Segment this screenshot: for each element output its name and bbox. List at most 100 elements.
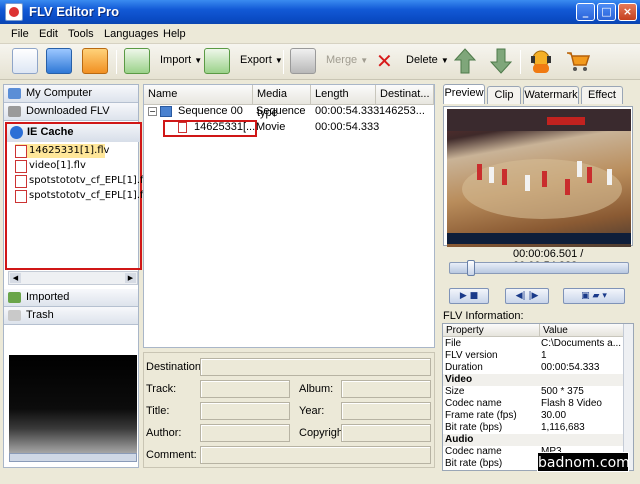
snapshot-buttons[interactable]: ▣ ▰ ▾ (563, 288, 625, 304)
next-frame-icon[interactable]: |▶ (528, 291, 538, 301)
snapshot-icon[interactable]: ▣ (581, 291, 590, 301)
property-row[interactable]: File C:\Documents a... (443, 338, 623, 350)
cell-length: 00:00:54.333 (315, 121, 380, 133)
app-icon[interactable] (5, 3, 23, 21)
menu-edit[interactable]: Edit (39, 28, 58, 40)
property-value: 1,116,683 (541, 422, 585, 433)
menu-tools[interactable]: Tools (68, 28, 94, 40)
table-row[interactable]: Sequence 00 (178, 103, 243, 119)
horizontal-scrollbar[interactable]: ◀ ▶ (8, 271, 138, 285)
nav-ie-cache[interactable]: IE Cache (7, 124, 140, 142)
author-field[interactable] (200, 424, 290, 442)
download-folder-icon (8, 106, 21, 117)
property-value: 1 (541, 350, 547, 361)
frame-step-buttons[interactable]: ◀| |▶ (505, 288, 549, 304)
new-file-icon[interactable] (12, 48, 38, 74)
thumbnail-preview (9, 355, 137, 453)
scroll-right-icon[interactable]: ▶ (125, 273, 136, 283)
cache-file-item[interactable]: spotstototv_cf_EPL[1].fl (15, 174, 146, 188)
comment-field[interactable] (200, 446, 431, 464)
menu-languages[interactable]: Languages (104, 28, 158, 40)
move-down-icon[interactable] (489, 48, 513, 74)
timeline-list: Name Media type Length Destinat... − Seq… (143, 84, 435, 348)
export-button[interactable]: Export ▼ (240, 54, 283, 66)
import-button[interactable]: Import ▼ (160, 54, 202, 66)
property-name: Frame rate (fps) (445, 410, 517, 421)
computer-icon (8, 88, 21, 99)
thumbnail-player-controls[interactable] (9, 453, 137, 462)
export-icon[interactable] (204, 48, 230, 74)
seek-thumb[interactable] (467, 260, 475, 276)
toolbar-separator (283, 50, 284, 74)
copyright-field[interactable] (341, 424, 431, 442)
window-title: FLV Editor Pro (29, 4, 120, 19)
cache-file-item[interactable]: video[1].flv (15, 159, 86, 173)
track-field[interactable] (200, 380, 290, 398)
property-section-video: Video (443, 374, 623, 386)
cache-file-item[interactable]: spotstototv_cf_EPL[1].fl (15, 189, 146, 203)
property-row[interactable]: Frame rate (fps) 30.00 (443, 410, 623, 422)
collapse-icon[interactable]: − (148, 107, 157, 116)
column-header-value[interactable]: Value (543, 324, 568, 337)
cache-file-item[interactable]: 14625331[1].flv (15, 144, 109, 158)
tab-preview[interactable]: Preview (443, 84, 485, 104)
property-row[interactable]: Bit rate (bps) 1,116,683 (443, 422, 623, 434)
vertical-scrollbar[interactable] (623, 324, 633, 470)
table-row[interactable]: 14625331[... (194, 119, 255, 135)
maximize-button[interactable]: □ (597, 3, 616, 21)
save-icon[interactable] (82, 48, 108, 74)
property-row[interactable]: Size 500 * 375 (443, 386, 623, 398)
property-name: Duration (445, 362, 483, 373)
video-frame-image (447, 109, 631, 219)
dropdown-icon[interactable]: ▾ (602, 291, 607, 301)
album-field[interactable] (341, 380, 431, 398)
property-row[interactable]: FLV version 1 (443, 350, 623, 362)
column-header-media-type[interactable]: Media type (253, 85, 311, 119)
move-up-icon[interactable] (453, 48, 477, 74)
delete-button[interactable]: Delete ▼ (406, 54, 449, 66)
prev-frame-icon[interactable]: ◀| (516, 291, 526, 301)
cart-icon[interactable] (566, 50, 591, 72)
property-value: 30.00 (541, 410, 567, 421)
column-header-property[interactable]: Property (446, 324, 484, 337)
seek-bar[interactable] (449, 262, 629, 274)
property-name: Codec name (445, 398, 502, 409)
nav-downloaded-flv[interactable]: Downloaded FLV (4, 103, 138, 121)
toolbar-separator (520, 50, 521, 74)
title-field[interactable] (200, 402, 290, 420)
scroll-left-icon[interactable]: ◀ (10, 273, 21, 283)
play-icon[interactable]: ▶ (460, 291, 467, 301)
menu-help[interactable]: Help (163, 28, 186, 40)
tab-watermark[interactable]: Watermark (523, 86, 579, 104)
stop-icon[interactable]: ■ (470, 291, 479, 301)
folder-icon[interactable]: ▰ (593, 291, 600, 301)
menu-file[interactable]: File (11, 28, 29, 40)
destination-field[interactable] (200, 358, 431, 376)
play-stop-buttons[interactable]: ▶ ■ (449, 288, 489, 304)
merge-button: Merge ▼ (326, 54, 369, 66)
nav-my-computer[interactable]: My Computer (4, 85, 138, 103)
nav-imported[interactable]: Imported (4, 289, 138, 307)
video-player[interactable] (447, 109, 631, 247)
property-row[interactable]: Duration 00:00:54.333 (443, 362, 623, 374)
property-row[interactable]: Codec name Flash 8 Video (443, 398, 623, 410)
support-icon[interactable] (530, 48, 552, 74)
minimize-button[interactable]: _ (576, 3, 595, 21)
column-header-name[interactable]: Name (144, 85, 253, 105)
destination-label: Destination: (146, 361, 205, 373)
album-label: Album: (299, 383, 334, 395)
track-label: Track: (146, 383, 177, 395)
flv-file-icon (178, 122, 187, 133)
close-button[interactable]: × (618, 3, 637, 21)
property-table-header: Property Value (443, 324, 623, 337)
open-folder-icon[interactable] (46, 48, 72, 74)
tab-effect[interactable]: Effect (581, 86, 623, 104)
import-icon[interactable] (124, 48, 150, 74)
column-header-destination[interactable]: Destinat... (376, 85, 434, 105)
tab-clip[interactable]: Clip (487, 86, 521, 104)
year-label: Year: (299, 405, 325, 417)
year-field[interactable] (341, 402, 431, 420)
column-header-length[interactable]: Length (311, 85, 376, 105)
delete-icon[interactable]: ✕ (376, 51, 393, 71)
nav-trash[interactable]: Trash (4, 307, 138, 325)
